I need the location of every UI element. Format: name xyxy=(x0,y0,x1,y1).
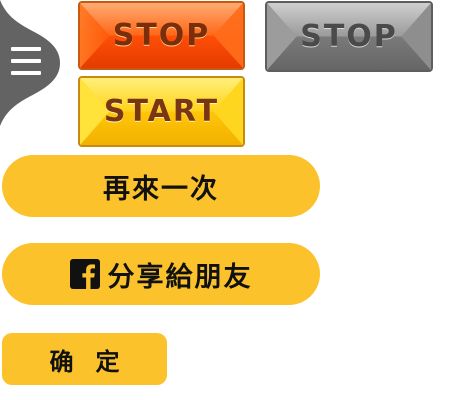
confirm-button-label: 确定 xyxy=(49,347,142,376)
facebook-icon xyxy=(69,259,100,289)
stop-button-disabled-label: STOP xyxy=(300,19,398,54)
hamburger-menu-icon[interactable] xyxy=(0,0,62,126)
menu-side-tab[interactable] xyxy=(0,0,62,126)
retry-button[interactable]: 再來一次 xyxy=(2,155,320,217)
stop-button-disabled: STOP xyxy=(265,1,433,72)
game-button-panel: STOP STOP START 再來一次 分享給朋友 确定 xyxy=(0,0,450,400)
start-button-label: START xyxy=(103,94,220,129)
share-button-label: 分享給朋友 xyxy=(107,261,253,293)
stop-button[interactable]: STOP xyxy=(78,1,245,70)
stop-button-label: STOP xyxy=(112,18,211,53)
share-button[interactable]: 分享給朋友 xyxy=(2,243,320,305)
retry-button-label: 再來一次 xyxy=(103,173,219,205)
start-button[interactable]: START xyxy=(78,76,245,147)
confirm-button[interactable]: 确定 xyxy=(2,333,167,385)
